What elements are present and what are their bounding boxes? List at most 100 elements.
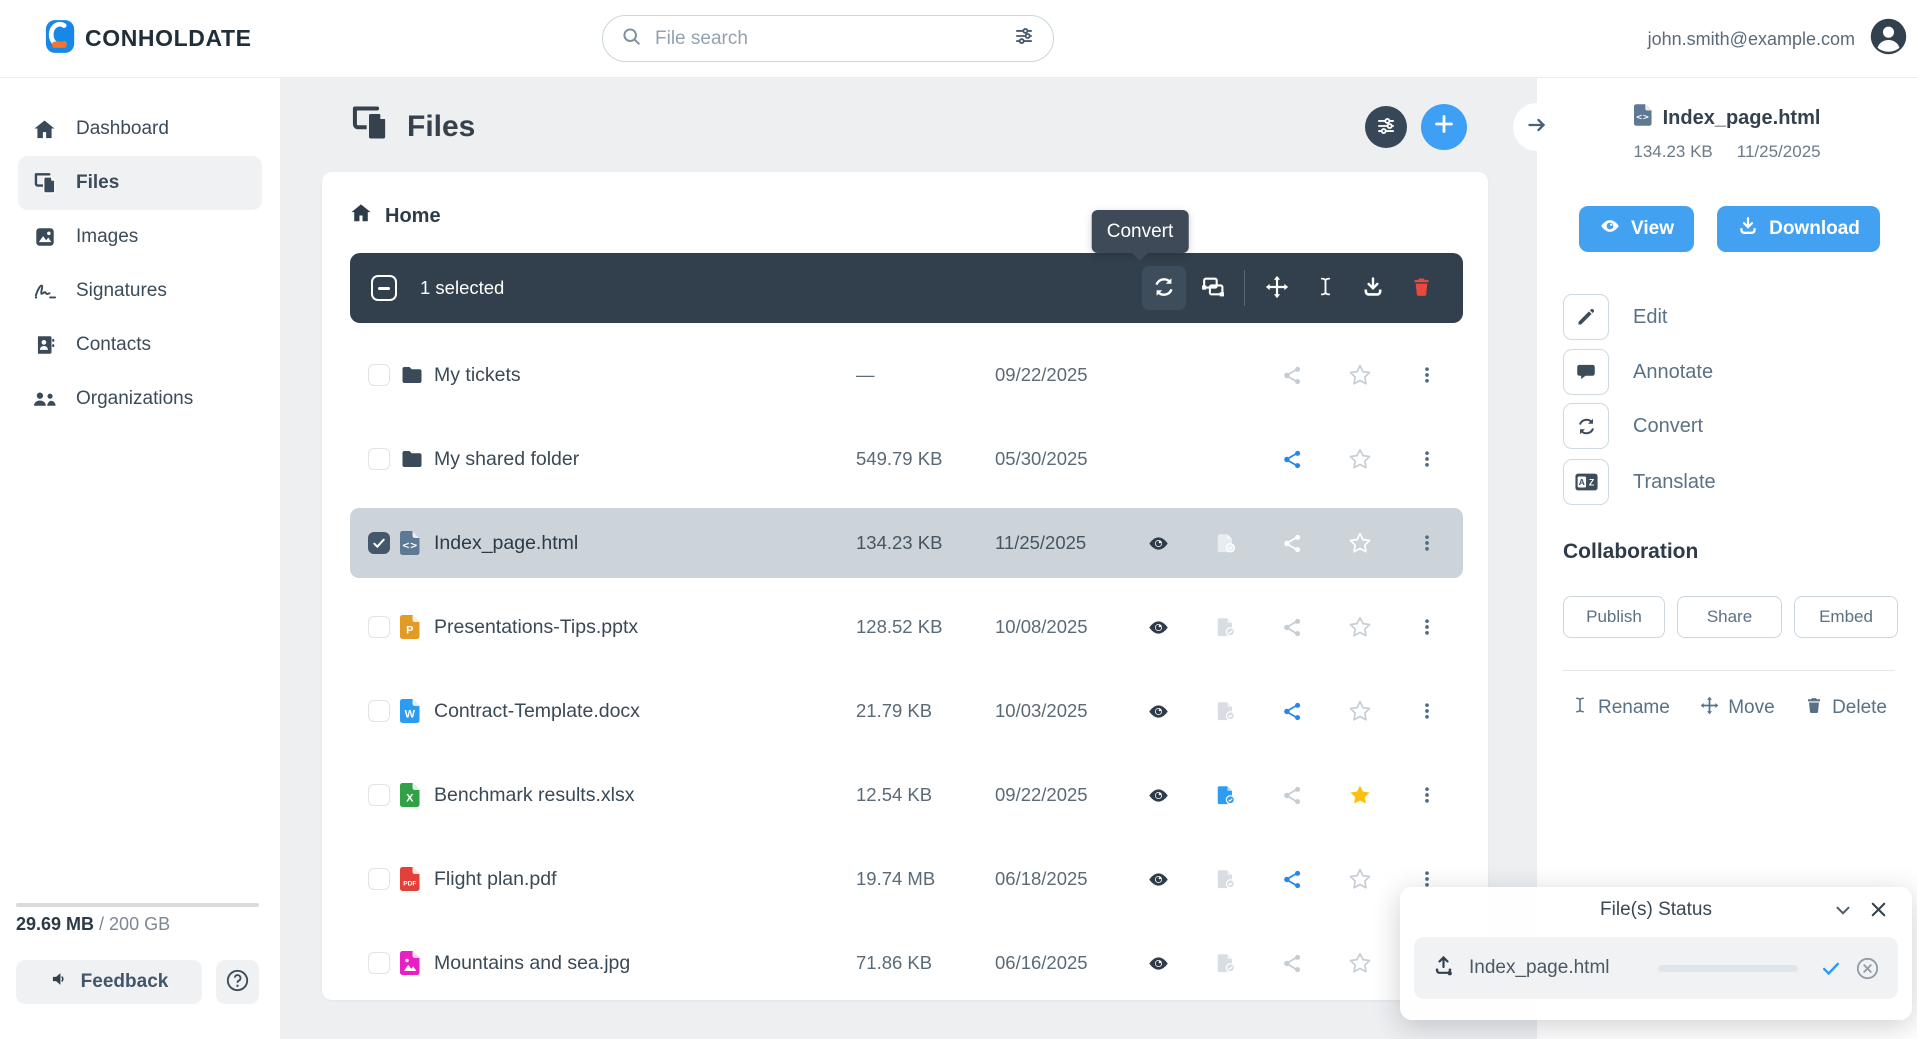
avatar[interactable]	[1870, 18, 1907, 60]
brand-logo[interactable]: CONHOLDATE	[45, 19, 252, 59]
kebab-menu-icon[interactable]	[1393, 616, 1460, 638]
file-row[interactable]: P Presentations-Tips.pptx 128.52 KB 10/08/2…	[350, 592, 1463, 662]
search-icon	[621, 26, 642, 52]
share-icon[interactable]	[1259, 449, 1326, 470]
search-bar[interactable]	[602, 15, 1054, 62]
download-label: Download	[1769, 218, 1860, 239]
row-checkbox[interactable]	[368, 532, 390, 554]
sidebar-item-organizations[interactable]: Organizations	[18, 372, 262, 426]
star-icon[interactable]	[1326, 699, 1393, 723]
row-checkbox[interactable]	[368, 616, 390, 638]
search-input[interactable]	[655, 27, 1000, 50]
star-icon[interactable]	[1326, 951, 1393, 975]
sidebar-item-signatures[interactable]: Signatures	[18, 264, 262, 318]
select-all-checkbox[interactable]	[371, 275, 397, 301]
file-check-icon[interactable]	[1192, 616, 1259, 638]
kebab-menu-icon[interactable]	[1393, 448, 1460, 470]
kebab-menu-icon[interactable]	[1393, 532, 1460, 554]
file-check-icon[interactable]	[1192, 784, 1259, 806]
file-row[interactable]: <> Index_page.html 134.23 KB 11/25/2025	[350, 508, 1463, 578]
kebab-menu-icon[interactable]	[1393, 364, 1460, 386]
file-size: 128.52 KB	[856, 616, 943, 637]
file-size: 19.74 MB	[856, 868, 936, 889]
status-item: Index_page.html	[1414, 937, 1898, 999]
help-button[interactable]	[216, 960, 259, 1004]
file-name: Mountains and sea.jpg	[434, 951, 631, 974]
star-icon[interactable]	[1326, 615, 1393, 639]
row-checkbox[interactable]	[368, 448, 390, 470]
publish-button[interactable]: Publish	[1563, 596, 1665, 638]
chevron-down-icon[interactable]	[1832, 899, 1854, 924]
star-icon[interactable]	[1326, 783, 1393, 807]
file-check-icon[interactable]	[1192, 952, 1259, 974]
convert-icon	[1152, 275, 1176, 302]
file-name: My tickets	[434, 363, 521, 386]
row-checkbox[interactable]	[368, 952, 390, 974]
translate-action[interactable]: AZ Translate	[1563, 459, 1716, 505]
share-button[interactable]: Share	[1677, 596, 1782, 638]
star-icon[interactable]	[1326, 531, 1393, 555]
move-label: Move	[1728, 697, 1775, 718]
row-checkbox[interactable]	[368, 784, 390, 806]
file-check-icon[interactable]	[1192, 868, 1259, 890]
feedback-button[interactable]: Feedback	[16, 960, 202, 1004]
view-settings-button[interactable]	[1365, 106, 1407, 148]
file-row[interactable]: PDF Flight plan.pdf 19.74 MB 06/18/2025	[350, 844, 1463, 914]
annotate-action[interactable]: Annotate	[1563, 349, 1713, 395]
file-row[interactable]: Mountains and sea.jpg 71.86 KB 06/16/2025	[350, 928, 1463, 998]
jpg-icon	[394, 951, 434, 975]
sidebar-item-contacts[interactable]: Contacts	[18, 318, 262, 372]
preview-eye-icon[interactable]	[1125, 784, 1192, 807]
star-icon[interactable]	[1326, 363, 1393, 387]
file-row[interactable]: My tickets — 09/22/2025	[350, 340, 1463, 410]
sidebar-item-dashboard[interactable]: Dashboard	[18, 102, 262, 156]
row-checkbox[interactable]	[368, 868, 390, 890]
file-row[interactable]: W Contract-Template.docx 21.79 KB 10/03/202…	[350, 676, 1463, 746]
rename-action[interactable]: Rename	[1571, 695, 1670, 721]
preview-eye-icon[interactable]	[1125, 616, 1192, 639]
share-icon[interactable]	[1259, 785, 1326, 806]
add-file-button[interactable]	[1421, 104, 1467, 150]
search-filters-icon[interactable]	[1013, 25, 1035, 52]
move-button[interactable]	[1255, 266, 1299, 310]
preview-eye-icon[interactable]	[1125, 532, 1192, 555]
share-icon[interactable]	[1259, 701, 1326, 722]
view-button[interactable]: View	[1579, 206, 1694, 252]
share-icon[interactable]	[1259, 365, 1326, 386]
sidebar-item-images[interactable]: Images	[18, 210, 262, 264]
preview-eye-icon[interactable]	[1125, 868, 1192, 891]
speaker-icon	[50, 969, 70, 995]
share-icon[interactable]	[1259, 953, 1326, 974]
row-checkbox[interactable]	[368, 700, 390, 722]
file-row[interactable]: My shared folder 549.79 KB 05/30/2025	[350, 424, 1463, 494]
file-check-icon[interactable]	[1192, 700, 1259, 722]
preview-eye-icon[interactable]	[1125, 700, 1192, 723]
delete-button[interactable]	[1399, 266, 1443, 310]
cancel-upload-icon[interactable]	[1855, 956, 1880, 981]
share-icon[interactable]	[1259, 533, 1326, 554]
delete-action[interactable]: Delete	[1805, 695, 1887, 721]
close-icon[interactable]	[1867, 898, 1890, 924]
convert-button[interactable]	[1142, 266, 1186, 310]
file-row[interactable]: X Benchmark results.xlsx 12.54 KB 09/22/202…	[350, 760, 1463, 830]
sidebar-item-files[interactable]: Files	[18, 156, 262, 210]
combine-button[interactable]	[1190, 266, 1234, 310]
share-icon[interactable]	[1259, 617, 1326, 638]
file-check-icon[interactable]	[1192, 532, 1259, 554]
convert-action[interactable]: Convert	[1563, 403, 1703, 449]
embed-button[interactable]: Embed	[1794, 596, 1898, 638]
download-button[interactable]	[1351, 266, 1395, 310]
star-icon[interactable]	[1326, 447, 1393, 471]
download-file-button[interactable]: Download	[1717, 206, 1880, 252]
rename-button[interactable]	[1303, 266, 1347, 310]
kebab-menu-icon[interactable]	[1393, 784, 1460, 806]
breadcrumb[interactable]: Home	[350, 202, 441, 230]
top-bar: CONHOLDATE john.smith@example.com	[0, 0, 1917, 78]
row-checkbox[interactable]	[368, 364, 390, 386]
kebab-menu-icon[interactable]	[1393, 700, 1460, 722]
preview-eye-icon[interactable]	[1125, 952, 1192, 975]
edit-action[interactable]: Edit	[1563, 294, 1667, 340]
move-action[interactable]: Move	[1700, 696, 1775, 721]
share-icon[interactable]	[1259, 869, 1326, 890]
star-icon[interactable]	[1326, 867, 1393, 891]
